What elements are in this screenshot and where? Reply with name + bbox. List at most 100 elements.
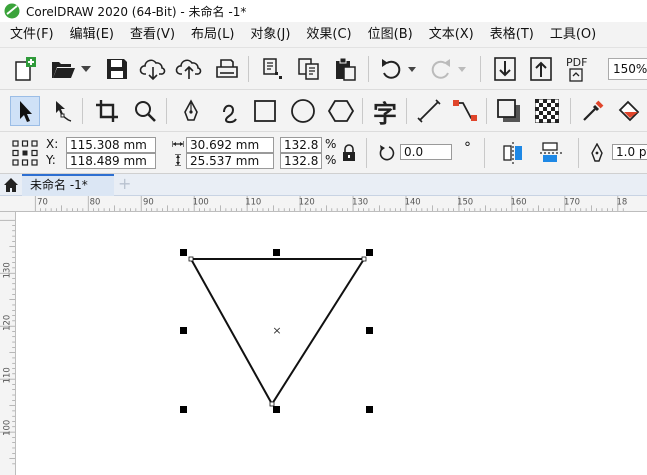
ruler-labels: 130 120 110 100 [1, 262, 11, 436]
import-button[interactable] [490, 54, 520, 84]
connector-tool-button[interactable] [450, 96, 480, 126]
ellipse-icon [291, 99, 315, 123]
selection-handle-bottom[interactable] [273, 406, 280, 413]
pen-nib-icon [184, 99, 198, 121]
drop-shadow-tool-button[interactable] [494, 96, 524, 126]
interactive-fill-tool-button[interactable] [614, 96, 644, 126]
redo-button[interactable] [426, 54, 456, 84]
new-document-button[interactable] [10, 54, 40, 84]
zoom-level-field[interactable]: 150% [608, 58, 647, 80]
print-button[interactable] [212, 54, 242, 84]
pointer-arrow-icon [20, 101, 32, 122]
triangle-node[interactable] [188, 256, 194, 262]
scale-height-field[interactable]: 132.8 [280, 153, 322, 169]
cloud-upload-button[interactable] [174, 54, 204, 84]
add-document-tab-button[interactable]: + [118, 176, 131, 192]
document-list-icon [263, 58, 282, 79]
artistic-media-tool-button[interactable] [214, 96, 244, 126]
y-position-field[interactable]: 118.489 mm [66, 153, 156, 169]
triangle-node[interactable] [269, 401, 275, 407]
menu-edit[interactable]: 编辑(E) [62, 24, 122, 46]
rotation-angle-field[interactable]: 0.0 [400, 144, 452, 160]
undo-button[interactable] [376, 54, 406, 84]
height-field[interactable]: 25.537 mm [186, 153, 274, 169]
h-ruler-label: 170 [564, 196, 580, 206]
scale-width-field[interactable]: 132.8 [280, 137, 322, 153]
paste-special-button[interactable] [258, 54, 288, 84]
x-position-field[interactable]: 115.308 mm [66, 137, 156, 153]
crop-tool-button[interactable] [92, 96, 122, 126]
selection-handle-left[interactable] [180, 327, 187, 334]
menu-text[interactable]: 文本(X) [421, 24, 482, 46]
paste-icon [336, 57, 356, 81]
percent-sign-height: % [325, 153, 337, 167]
open-document-button[interactable] [48, 54, 78, 84]
horizontal-ruler[interactable]: 70 80 90 100 110 120 130 140 150 160 170… [0, 196, 647, 212]
menu-file[interactable]: 文件(F) [0, 24, 62, 46]
shape-tool-button[interactable] [46, 96, 76, 126]
drawing-canvas[interactable]: × [16, 212, 647, 475]
text-tool-button[interactable]: 字 [370, 96, 400, 128]
mirror-vertical-button[interactable] [536, 138, 566, 168]
cloud-download-icon [139, 59, 166, 81]
copy-button[interactable] [294, 54, 324, 84]
ellipse-tool-button[interactable] [288, 96, 318, 126]
menu-layout[interactable]: 布局(L) [183, 24, 242, 46]
selection-handle-right[interactable] [366, 327, 373, 334]
tools-toolbar: 字 [0, 90, 647, 132]
rectangle-tool-button[interactable] [250, 96, 280, 126]
mirror-horizontal-button[interactable] [498, 138, 528, 168]
h-ruler-label: 110 [245, 196, 261, 206]
menu-view[interactable]: 查看(V) [122, 24, 183, 46]
property-bar: X: Y: 115.308 mm 118.489 mm 30.692 mm 25… [0, 132, 647, 174]
redo-icon [431, 59, 450, 79]
curve-brush-icon [223, 104, 237, 124]
outline-width-field[interactable]: 1.0 pt [612, 144, 647, 160]
export-button[interactable] [526, 54, 556, 84]
paste-button[interactable] [330, 54, 360, 84]
mirror-vertical-icon [540, 142, 562, 162]
selection-handle-top[interactable] [273, 249, 280, 256]
polygon-tool-button[interactable] [326, 96, 356, 126]
drop-shadow-icon [497, 99, 520, 122]
menu-effects[interactable]: 效果(C) [298, 24, 359, 46]
zoom-tool-button[interactable] [130, 96, 160, 126]
center-marker[interactable]: × [272, 324, 281, 337]
save-button[interactable] [102, 54, 132, 84]
toolbar-separator [366, 138, 367, 168]
menu-table[interactable]: 表格(T) [482, 24, 542, 46]
menu-object[interactable]: 对象(J) [242, 24, 298, 46]
selection-handle-top-left[interactable] [180, 249, 187, 256]
selection-handle-bottom-left[interactable] [180, 406, 187, 413]
h-ruler-label: 100 [193, 196, 209, 206]
hexagon-icon [328, 100, 354, 122]
open-recent-dropdown[interactable] [76, 54, 96, 84]
pick-tool-button[interactable] [10, 96, 40, 126]
eyedropper-tool-button[interactable] [578, 96, 608, 126]
object-origin-icon [12, 140, 38, 166]
selection-handle-bottom-right[interactable] [366, 406, 373, 413]
lock-ratio-button[interactable] [338, 142, 360, 164]
vertical-ruler[interactable]: 130 120 110 100 [0, 212, 16, 475]
chevron-down-icon [81, 66, 91, 72]
chevron-down-icon [408, 66, 416, 72]
height-arrow-icon [175, 154, 181, 166]
home-icon[interactable] [3, 177, 19, 193]
triangle-node[interactable] [361, 256, 367, 262]
document-tab[interactable]: 未命名 -1* [22, 174, 114, 196]
freehand-tool-button[interactable] [176, 96, 206, 126]
folder-open-icon [52, 62, 75, 78]
publish-pdf-button[interactable]: PDF [564, 54, 594, 84]
dimension-tool-button[interactable] [414, 96, 444, 126]
undo-dropdown[interactable] [404, 54, 420, 84]
menu-bitmaps[interactable]: 位图(B) [360, 24, 421, 46]
cloud-download-button[interactable] [138, 54, 168, 84]
outline-pen-icon [591, 143, 603, 162]
selection-handle-top-right[interactable] [366, 249, 373, 256]
magnifier-icon [135, 101, 156, 122]
transparency-tool-button[interactable] [532, 96, 562, 126]
width-field[interactable]: 30.692 mm [186, 137, 274, 153]
redo-dropdown[interactable] [454, 54, 470, 84]
menu-tools[interactable]: 工具(O) [542, 24, 604, 46]
width-arrow-icon [172, 141, 184, 147]
